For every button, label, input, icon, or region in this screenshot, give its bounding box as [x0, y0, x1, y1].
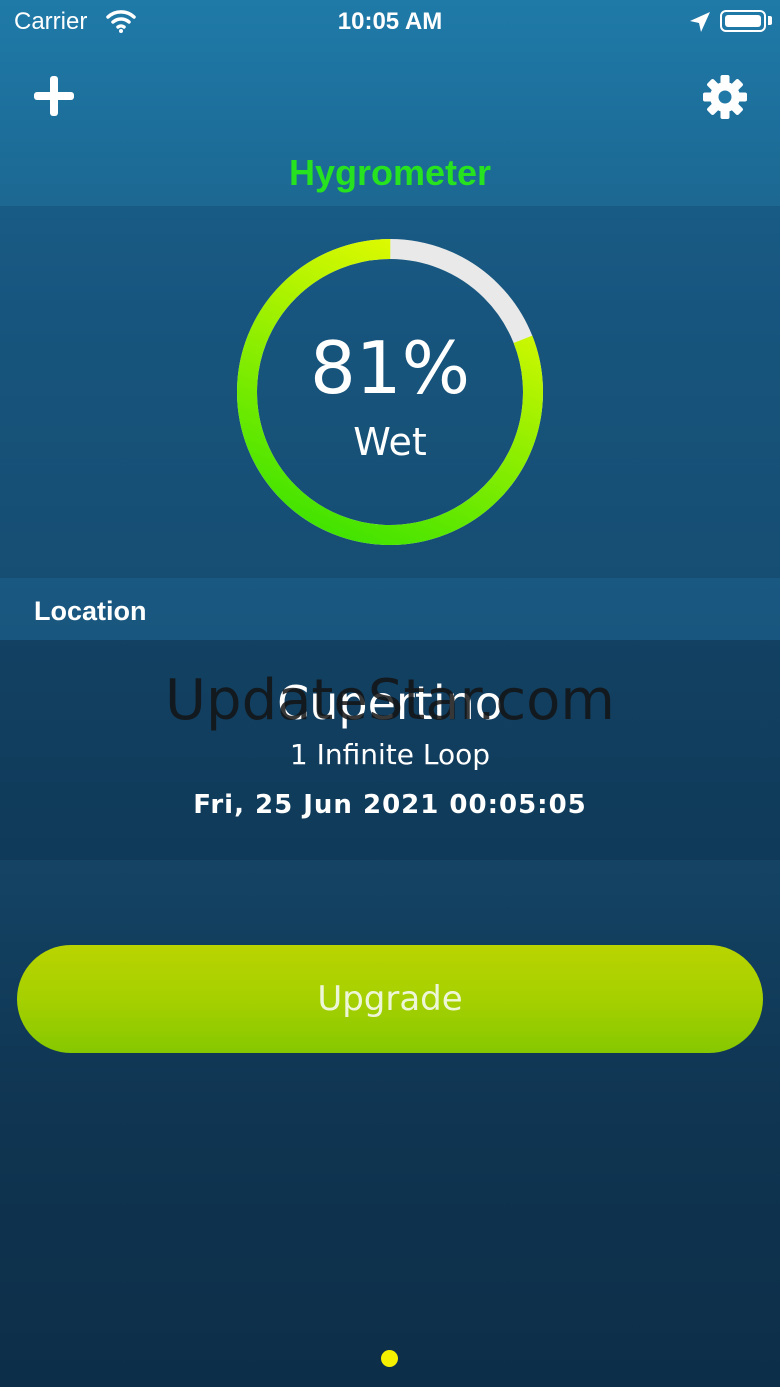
upgrade-button-label: Upgrade	[317, 979, 463, 1019]
humidity-value: 81%	[309, 326, 471, 410]
page-indicator-dot[interactable]	[381, 1350, 398, 1367]
battery-icon	[720, 10, 766, 32]
location-header-label: Location	[34, 596, 147, 626]
plus-icon[interactable]	[30, 72, 78, 120]
gear-icon[interactable]	[702, 74, 748, 120]
humidity-status: Wet	[353, 420, 427, 464]
clock-time: 10:05 AM	[337, 8, 443, 35]
location-datetime: Fri, 25 Jun 2021 00:05:05	[193, 790, 587, 820]
page-title: Hygrometer	[288, 152, 492, 193]
status-bar: Carrier 10:05 AM	[0, 0, 780, 44]
watermark: UpdateStar.com	[165, 668, 615, 733]
location-arrow-icon	[690, 12, 710, 32]
battery-cap	[768, 16, 772, 25]
location-address: 1 Infinite Loop	[289, 738, 491, 771]
upgrade-button[interactable]: Upgrade	[17, 945, 763, 1053]
